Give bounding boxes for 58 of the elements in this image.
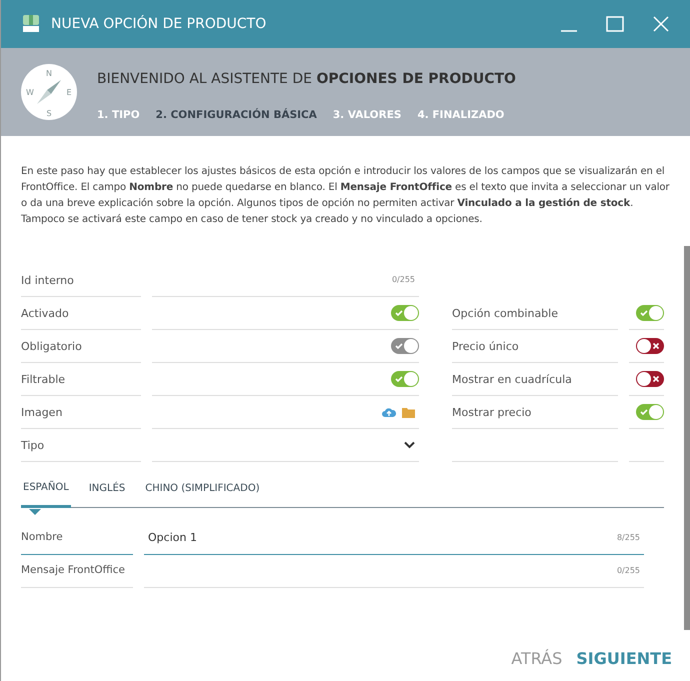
close-icon[interactable] bbox=[652, 15, 670, 33]
toggle-switch[interactable] bbox=[636, 338, 664, 354]
toggle-knob bbox=[637, 339, 651, 353]
field-label: Mostrar precio bbox=[452, 396, 618, 429]
field-label: Opción combinable bbox=[452, 297, 618, 330]
window-title: NUEVA OPCIÓN DE PRODUCTO bbox=[51, 14, 268, 34]
input-field[interactable]: 0/255 bbox=[152, 264, 419, 297]
wizard-step: 1. TIPO bbox=[97, 108, 140, 124]
app-icon bbox=[21, 14, 41, 34]
field-value: Opcion 1 bbox=[148, 530, 197, 546]
toggle-knob bbox=[649, 405, 663, 419]
field-label: Precio único bbox=[452, 330, 618, 363]
next-button[interactable]: SIGUIENTE bbox=[576, 647, 672, 671]
field-label: Obligatorio bbox=[21, 330, 141, 363]
check-icon bbox=[395, 309, 403, 317]
tab-indicator-icon bbox=[29, 509, 41, 515]
language-tab[interactable]: ESPAÑOL bbox=[21, 476, 71, 508]
chevron-down-icon bbox=[404, 441, 415, 449]
check-icon bbox=[395, 342, 403, 350]
field-label: Tipo bbox=[21, 429, 141, 462]
field-label: Imagen bbox=[21, 396, 141, 429]
check-icon bbox=[640, 408, 648, 416]
check-icon bbox=[640, 309, 648, 317]
intro-paragraph: En este paso hay que establecer los ajustes básicos de esta opción e introducir los valores de los campos que se visualizarán en el FrontOffice. El campo Nombre no puede quedarse en blanco. El Mensaje FrontOffice es el texto que invita a seleccionar un valor o da una breve explicación sobre la opción. Algunos tipos de opción no permiten activar Vinculado a la gestión de stock. Tampoco se activará este campo en caso de tener stock ya creado y no vinculado a opciones. bbox=[20, 165, 670, 227]
toggle-knob bbox=[404, 372, 418, 386]
toggle-knob bbox=[404, 339, 418, 353]
folder-icon[interactable] bbox=[402, 406, 415, 418]
maximize-icon[interactable] bbox=[606, 15, 624, 33]
toggle-switch[interactable] bbox=[636, 305, 664, 321]
field-label: Mensaje FrontOffice bbox=[21, 555, 133, 588]
welcome-heading: BIENVENIDO AL ASISTENTE DE OPCIONES DE PRODUCTO bbox=[97, 70, 516, 89]
toggle-knob bbox=[637, 372, 651, 386]
toggle-switch[interactable] bbox=[636, 404, 664, 420]
toggle-switch[interactable] bbox=[391, 371, 419, 387]
input-field[interactable]: 0/255 bbox=[144, 555, 644, 588]
toggle-knob bbox=[404, 306, 418, 320]
field-label: Activado bbox=[21, 297, 141, 330]
toggle-switch[interactable] bbox=[636, 371, 664, 387]
input-field[interactable]: Opcion 1 8/255 bbox=[144, 522, 644, 555]
cloud-upload-icon[interactable] bbox=[382, 406, 396, 418]
wizard-step: 2. CONFIGURACIÓN BÁSICA bbox=[156, 108, 317, 124]
check-icon bbox=[395, 375, 403, 383]
char-counter: 8/255 bbox=[616, 532, 640, 544]
toggle-switch[interactable] bbox=[391, 305, 419, 321]
field-label: Id interno bbox=[21, 264, 141, 297]
field-label: Mostrar en cuadrícula bbox=[452, 363, 618, 396]
char-counter: 0/255 bbox=[616, 565, 640, 577]
char-counter: 0/255 bbox=[392, 274, 415, 286]
field-label: Filtrable bbox=[21, 363, 141, 396]
cross-icon bbox=[652, 375, 660, 383]
cross-icon bbox=[652, 342, 660, 350]
compass-icon: N E S W bbox=[21, 64, 77, 120]
wizard-step: 4. FINALIZADO bbox=[417, 108, 504, 124]
language-tab[interactable]: INGLÉS bbox=[86, 476, 128, 507]
toggle-knob bbox=[649, 306, 663, 320]
wizard-step: 3. VALORES bbox=[332, 108, 402, 124]
language-tab[interactable]: CHINO (SIMPLIFICADO) bbox=[143, 476, 262, 507]
field-label: Nombre bbox=[21, 522, 133, 555]
